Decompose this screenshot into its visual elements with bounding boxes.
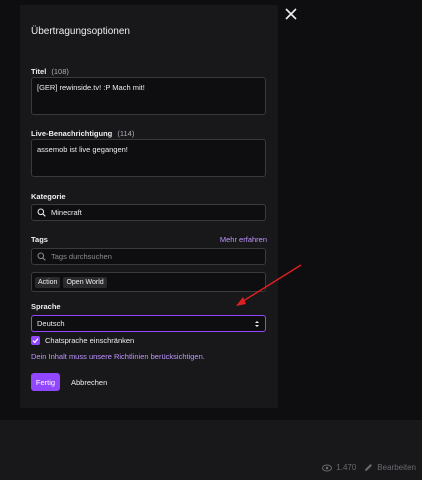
- checkmark-icon: [32, 338, 39, 344]
- category-value: Minecraft: [51, 208, 82, 217]
- broadcast-options-modal: Übertragungsoptionen Titel (108) [GER] r…: [20, 5, 278, 408]
- eye-icon: [322, 464, 333, 471]
- notification-label: Live-Benachrichtigung (114): [31, 129, 134, 138]
- viewer-count-group: 1.470: [322, 463, 356, 472]
- notification-label-text: Live-Benachrichtigung: [31, 129, 113, 138]
- title-value: [GER] rewinside.tv! :P Mach mit!: [37, 83, 145, 92]
- category-label: Kategorie: [31, 192, 66, 201]
- edit-link[interactable]: Bearbeiten: [364, 463, 416, 472]
- close-icon[interactable]: [283, 6, 299, 22]
- restrict-chat-label: Chatsprache einschränken: [45, 336, 135, 345]
- cancel-button[interactable]: Abbrechen: [71, 378, 107, 387]
- title-label: Titel (108): [31, 67, 69, 76]
- notification-value: assemob ist live gegangen!: [37, 145, 128, 154]
- guidelines-note[interactable]: Dein Inhalt muss unsere Richtlinien berü…: [31, 352, 205, 361]
- tags-label: Tags: [31, 235, 48, 244]
- language-label: Sprache: [31, 302, 61, 311]
- pencil-icon: [365, 464, 373, 471]
- edit-label: Bearbeiten: [377, 463, 416, 472]
- done-button[interactable]: Fertig: [31, 373, 60, 391]
- language-select[interactable]: Deutsch: [31, 315, 266, 332]
- tag-action[interactable]: Action: [35, 276, 61, 288]
- modal-title: Übertragungsoptionen: [31, 26, 130, 37]
- search-icon: [37, 252, 46, 261]
- category-input[interactable]: Minecraft: [31, 204, 266, 221]
- title-char-count: (108): [51, 67, 69, 76]
- stream-meta: 1.470 Bearbeiten: [322, 463, 416, 472]
- language-value: Deutsch: [37, 319, 65, 328]
- title-field[interactable]: [GER] rewinside.tv! :P Mach mit!: [31, 77, 266, 115]
- title-label-text: Titel: [31, 67, 47, 76]
- tags-search-input[interactable]: Tags durchsuchen: [31, 248, 266, 265]
- select-arrows-icon: [255, 320, 259, 327]
- notification-char-count: (114): [117, 129, 135, 138]
- learn-more-link[interactable]: Mehr erfahren: [220, 235, 267, 244]
- restrict-chat-row: Chatsprache einschränken: [31, 336, 134, 345]
- tags-search-placeholder: Tags durchsuchen: [51, 252, 112, 261]
- notification-field[interactable]: assemob ist live gegangen!: [31, 139, 266, 177]
- restrict-chat-checkbox[interactable]: [31, 336, 40, 345]
- search-icon: [37, 208, 46, 217]
- selected-tags: Action Open World: [31, 272, 266, 292]
- viewer-count: 1.470: [336, 463, 357, 472]
- tag-open-world[interactable]: Open World: [63, 276, 107, 288]
